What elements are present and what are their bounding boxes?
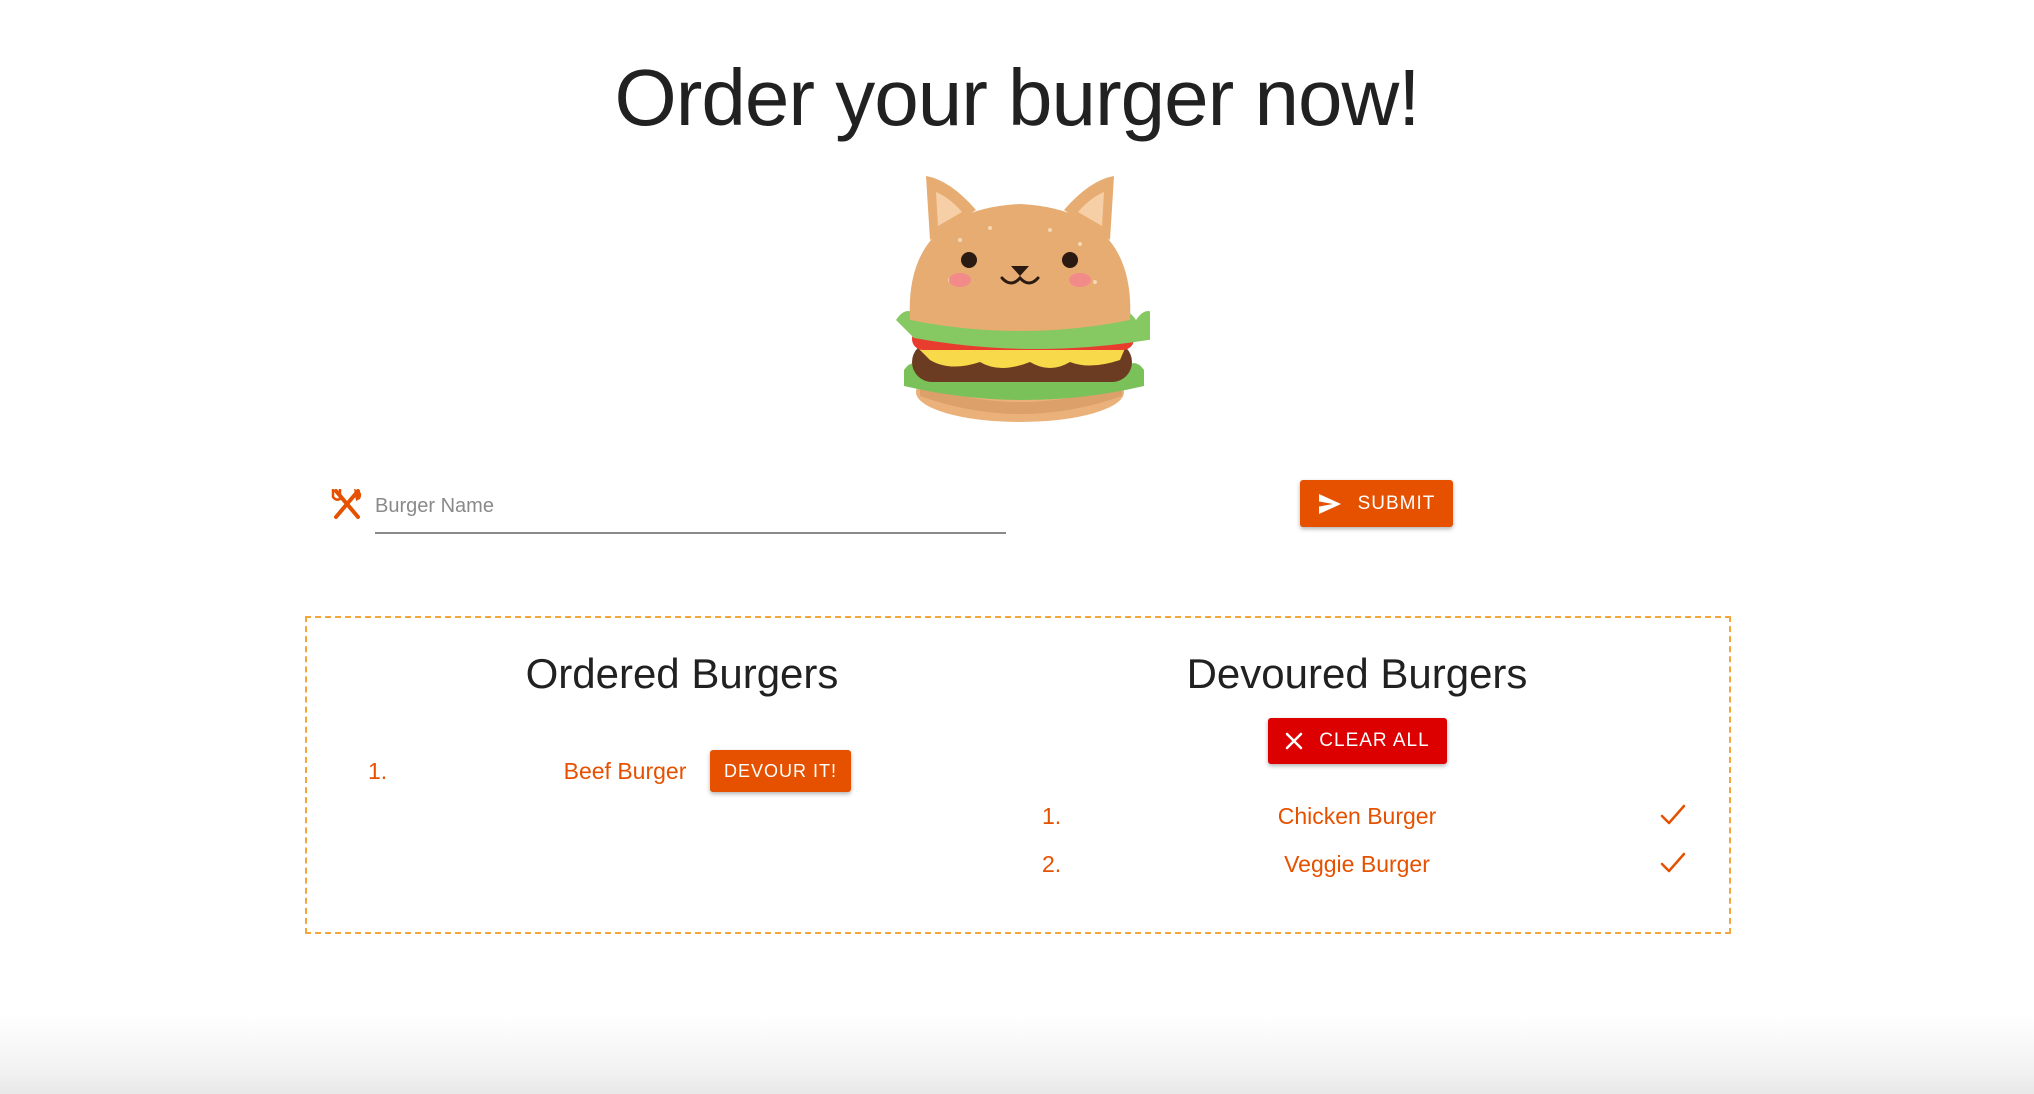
devoured-item-name: Chicken Burger (1277, 803, 1437, 829)
clear-all-label: CLEAR ALL (1319, 730, 1430, 751)
devoured-burgers-title: Devoured Burgers (1186, 650, 1528, 697)
send-icon (1318, 493, 1341, 514)
ordered-burgers-title: Ordered Burgers (525, 650, 839, 697)
fork-knife-icon (331, 489, 362, 519)
burger-name-input[interactable] (375, 484, 1006, 528)
close-icon (1286, 732, 1303, 750)
ordered-item-number: 1. (368, 758, 388, 784)
devoured-item-number: 2. (1042, 851, 1062, 877)
page-title: Order your burger now! (614, 53, 1420, 142)
submit-label: SUBMIT (1357, 492, 1436, 514)
devoured-item-name: Veggie Burger (1284, 851, 1430, 877)
ordered-item-name: Beef Burger (563, 758, 687, 784)
burger-name-field (375, 484, 1006, 534)
clear-all-button[interactable]: CLEAR ALL (1268, 718, 1447, 764)
devour-button[interactable]: DEVOUR IT! (710, 750, 851, 792)
check-icon (1660, 852, 1686, 873)
bottom-shade (0, 1014, 2034, 1094)
submit-button[interactable]: SUBMIT (1300, 480, 1453, 527)
devoured-item-number: 1. (1042, 803, 1062, 829)
cat-burger-illustration (896, 176, 1150, 422)
check-icon (1660, 804, 1686, 825)
page: Order your burger now! Burger Name SUBMI… (0, 0, 2034, 1094)
